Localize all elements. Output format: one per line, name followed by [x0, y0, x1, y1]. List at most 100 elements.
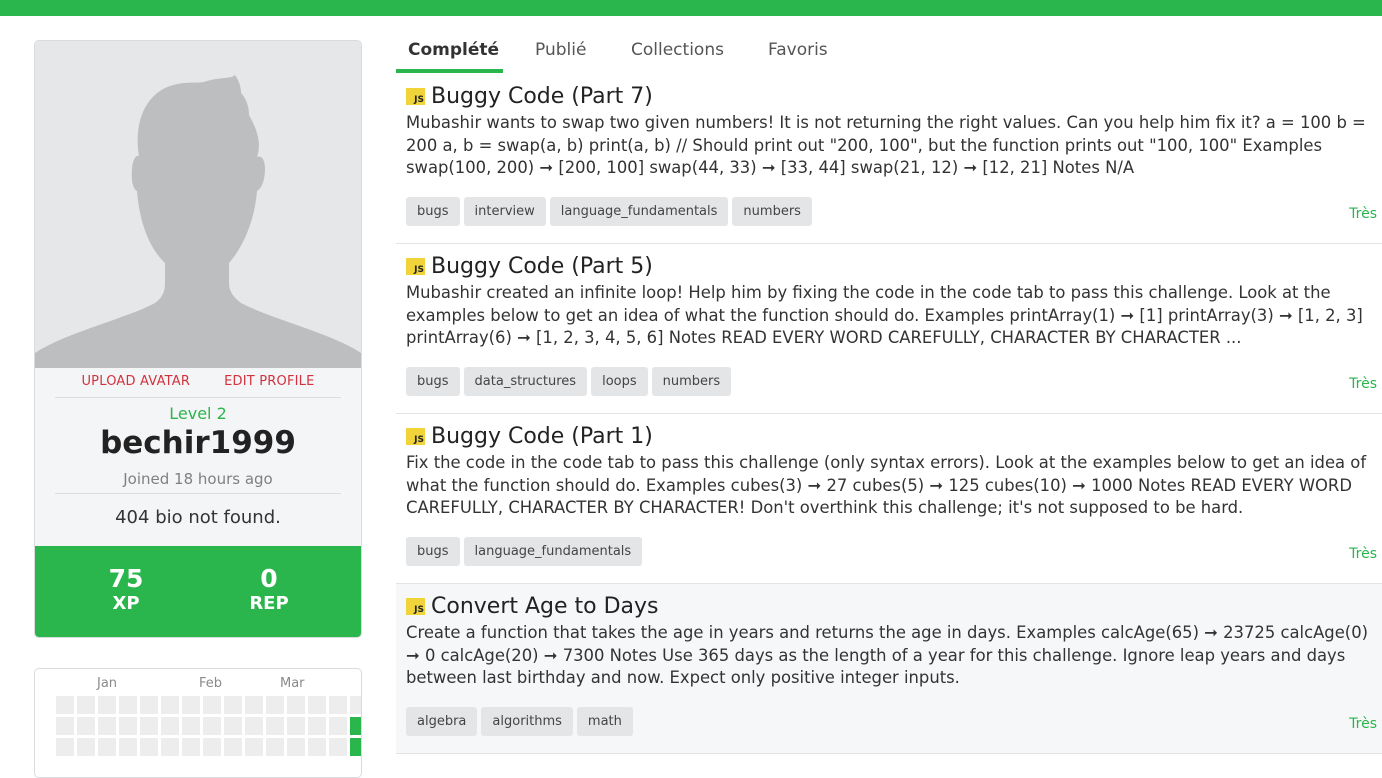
tag[interactable]: loops: [591, 367, 648, 396]
calendar-day-cell: [161, 696, 179, 714]
tag[interactable]: bugs: [406, 537, 460, 566]
calendar-day-cell: [308, 738, 326, 756]
tag[interactable]: language_fundamentals: [549, 197, 729, 226]
difficulty-label: Très: [1349, 546, 1377, 562]
xp-label: XP: [112, 593, 140, 614]
challenge-title[interactable]: JS Convert Age to Days: [406, 594, 659, 619]
tag[interactable]: interview: [463, 197, 546, 226]
calendar-day-cell: [224, 696, 242, 714]
xp-stat: 75 XP: [66, 565, 186, 615]
tab-collections[interactable]: Collections: [631, 40, 724, 60]
month-label: Mar: [280, 676, 305, 691]
calendar-day-cell: [224, 717, 242, 735]
calendar-day-cell: [203, 696, 221, 714]
challenge-title-text[interactable]: Buggy Code (Part 5): [431, 254, 653, 279]
calendar-day-cell: [161, 738, 179, 756]
calendar-day-cell: [77, 696, 95, 714]
calendar-day-cell: [182, 717, 200, 735]
javascript-icon: JS: [406, 598, 425, 615]
profile-card: UPLOAD AVATAR EDIT PROFILE Level 2 bechi…: [34, 40, 362, 638]
tag[interactable]: bugs: [406, 197, 460, 226]
tag[interactable]: numbers: [651, 367, 732, 396]
profile-actions: UPLOAD AVATAR EDIT PROFILE: [35, 374, 361, 389]
challenge-title[interactable]: JS Buggy Code (Part 7): [406, 84, 653, 109]
activity-calendar: Jan Feb Mar: [34, 668, 362, 778]
calendar-day-cell: [140, 696, 158, 714]
calendar-day-cell: [308, 696, 326, 714]
divider: [55, 397, 341, 398]
calendar-day-cell: [56, 696, 74, 714]
divider: [55, 493, 341, 494]
tag-list: bugs language_fundamentals: [406, 537, 643, 566]
tag-list: bugs interview language_fundamentals num…: [406, 197, 812, 226]
calendar-day-cell: [98, 738, 116, 756]
calendar-day-cell: [329, 738, 347, 756]
calendar-day-cell: [266, 696, 284, 714]
month-label: Feb: [199, 676, 223, 691]
joined-date: Joined 18 hours ago: [123, 470, 273, 488]
calendar-day-cell: [56, 717, 74, 735]
tab-published[interactable]: Publié: [535, 40, 586, 60]
calendar-day-cell: [203, 717, 221, 735]
profile-tabs: Complété Publié Collections Favoris: [396, 36, 1382, 74]
calendar-day-cell: [140, 738, 158, 756]
calendar-day-cell: [245, 696, 263, 714]
challenge-item[interactable]: JS Convert Age to Days Create a function…: [396, 584, 1382, 754]
calendar-day-cell: [287, 717, 305, 735]
calendar-day-cell: [203, 738, 221, 756]
username: bechir1999: [100, 425, 296, 461]
calendar-day-cell: [224, 738, 242, 756]
challenge-title-text[interactable]: Convert Age to Days: [431, 594, 659, 619]
challenge-description: Fix the code in the code tab to pass thi…: [406, 453, 1367, 517]
calendar-day-cell: [119, 696, 137, 714]
tag[interactable]: algorithms: [481, 707, 573, 736]
challenge-title-text[interactable]: Buggy Code (Part 7): [431, 84, 653, 109]
challenge-item[interactable]: JS Buggy Code (Part 5) Mubashir created …: [396, 244, 1382, 414]
top-accent-bar: [0, 0, 1382, 16]
difficulty-label: Très: [1349, 376, 1377, 392]
js-badge-text: JS: [414, 435, 424, 445]
tab-favorites[interactable]: Favoris: [768, 40, 828, 60]
calendar-day-cell: [350, 738, 361, 756]
calendar-day-cell: [182, 738, 200, 756]
upload-avatar-link[interactable]: UPLOAD AVATAR: [81, 374, 190, 389]
rep-label: REP: [249, 593, 289, 614]
calendar-day-cell: [56, 738, 74, 756]
challenge-description: Mubashir wants to swap two given numbers…: [406, 113, 1366, 177]
rep-value: 0: [260, 564, 278, 593]
challenge-item[interactable]: JS Buggy Code (Part 1) Fix the code in t…: [396, 414, 1382, 584]
calendar-day-cell: [350, 717, 361, 735]
tag[interactable]: math: [576, 707, 633, 736]
active-tab-indicator: [396, 69, 503, 73]
calendar-day-cell: [266, 717, 284, 735]
calendar-day-cell: [119, 738, 137, 756]
javascript-icon: JS: [406, 428, 425, 445]
tag[interactable]: bugs: [406, 367, 460, 396]
js-badge-text: JS: [414, 265, 424, 275]
challenge-item[interactable]: JS Buggy Code (Part 7) Mubashir wants to…: [396, 74, 1382, 244]
difficulty-label: Très: [1349, 716, 1377, 732]
challenge-title[interactable]: JS Buggy Code (Part 1): [406, 424, 653, 449]
challenge-description: Mubashir created an infinite loop! Help …: [406, 283, 1363, 347]
calendar-day-cell: [350, 696, 361, 714]
difficulty-label: Très: [1349, 206, 1377, 222]
tag[interactable]: numbers: [732, 197, 812, 226]
month-label: Jan: [97, 676, 118, 691]
challenge-description: Create a function that takes the age in …: [406, 623, 1369, 687]
calendar-day-cell: [329, 717, 347, 735]
user-bio: 404 bio not found.: [115, 507, 281, 528]
edit-profile-link[interactable]: EDIT PROFILE: [224, 374, 314, 389]
tag[interactable]: data_structures: [463, 367, 588, 396]
challenge-title[interactable]: JS Buggy Code (Part 5): [406, 254, 653, 279]
calendar-day-cell: [287, 696, 305, 714]
avatar: [35, 41, 361, 368]
tag-list: bugs data_structures loops numbers: [406, 367, 732, 396]
tag[interactable]: algebra: [406, 707, 478, 736]
tag[interactable]: language_fundamentals: [463, 537, 643, 566]
js-badge-text: JS: [414, 605, 424, 615]
challenge-title-text[interactable]: Buggy Code (Part 1): [431, 424, 653, 449]
tag-list: algebra algorithms math: [406, 707, 633, 736]
calendar-day-cell: [98, 696, 116, 714]
tab-complete[interactable]: Complété: [408, 40, 499, 60]
calendar-day-cell: [77, 738, 95, 756]
